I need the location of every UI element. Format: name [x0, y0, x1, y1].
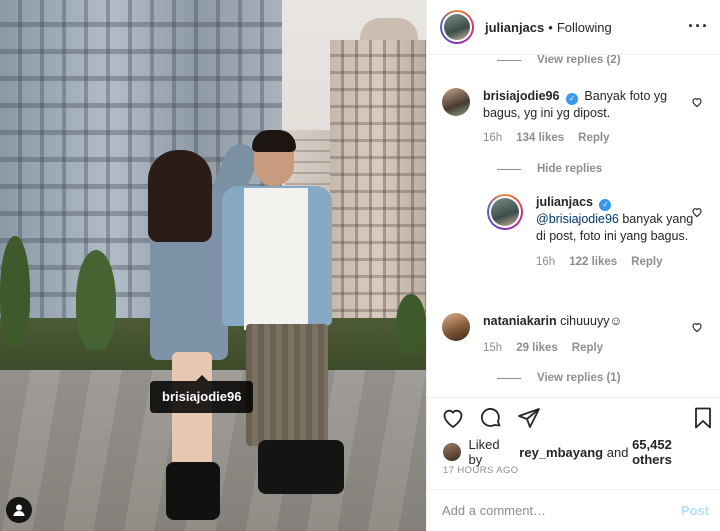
like-comment-heart-icon[interactable]	[691, 96, 703, 108]
like-heart-icon[interactable]	[441, 406, 465, 430]
commenter-avatar[interactable]	[442, 313, 470, 341]
reply-author-avatar[interactable]	[487, 194, 523, 230]
post-timestamp[interactable]: 17 HOURS AGO	[443, 465, 519, 476]
comment: brisiajodie96 ✓ Banyak foto yg bagus, yg…	[442, 88, 692, 147]
thread-line	[497, 377, 521, 379]
reply-meta: 16h 122 likes Reply	[536, 254, 697, 271]
person-man-boots	[258, 440, 344, 494]
hide-replies-button[interactable]: Hide replies	[497, 163, 602, 175]
tree	[76, 250, 116, 350]
more-options-icon[interactable]: ···	[688, 16, 709, 37]
verified-badge-icon: ✓	[565, 93, 578, 105]
person-man-hair	[252, 130, 296, 152]
view-replies-label: View replies (2)	[537, 55, 621, 66]
comment-username[interactable]: nataniakarin	[483, 314, 557, 328]
post-comment-button[interactable]: Post	[681, 503, 709, 518]
hide-replies-label: Hide replies	[537, 163, 603, 175]
comment-bubble-icon[interactable]	[479, 406, 503, 430]
thread-line	[497, 168, 521, 170]
reply-username[interactable]: julianjacs	[536, 195, 593, 209]
comments-list[interactable]: View replies (2) brisiajodie96 ✓ Banyak …	[427, 55, 720, 397]
separator-dot: •	[548, 19, 553, 35]
comment-likes[interactable]: 29 likes	[516, 340, 558, 357]
liked-by-user[interactable]: rey_mbayang	[519, 445, 603, 460]
comment: nataniakarin cihuuuyy☺ 15h 29 likes Repl…	[442, 313, 692, 357]
reply-time[interactable]: 16h	[536, 254, 555, 271]
tree	[396, 294, 426, 354]
comment-body: nataniakarin cihuuuyy☺ 15h 29 likes Repl…	[483, 313, 622, 357]
liked-by-prefix: Liked by	[468, 437, 500, 467]
view-replies-label: View replies (1)	[537, 372, 621, 384]
reply-mention[interactable]: @brisiajodie96	[536, 212, 619, 226]
liked-by-mid: and	[606, 444, 629, 460]
person-man-pants	[246, 324, 328, 446]
reply-button[interactable]: Reply	[572, 340, 603, 357]
author-avatar-image	[444, 14, 470, 40]
comment-time[interactable]: 16h	[483, 130, 502, 147]
like-reply-heart-icon[interactable]	[691, 206, 703, 218]
building-right	[330, 40, 426, 330]
view-replies-button[interactable]: View replies (1)	[497, 372, 621, 384]
save-bookmark-icon[interactable]	[691, 406, 715, 430]
following-button[interactable]: Following	[557, 20, 612, 35]
comment-time[interactable]: 15h	[483, 340, 502, 357]
comment-reply: julianjacs ✓ @brisiajodie96 banyak yang …	[487, 194, 697, 271]
reply-button[interactable]: Reply	[578, 130, 609, 147]
author-avatar[interactable]	[440, 10, 474, 44]
comment-text: cihuuuyy☺	[560, 314, 623, 328]
comment-input[interactable]	[442, 503, 681, 518]
comment-body: brisiajodie96 ✓ Banyak foto yg bagus, yg…	[483, 88, 692, 147]
user-icon	[13, 504, 25, 516]
verified-badge-icon: ✓	[599, 199, 612, 211]
likes-summary: Liked by rey_mbayang and 65,452 others	[443, 437, 713, 467]
liked-by-others[interactable]: 65,452 others	[632, 437, 713, 467]
person-woman-boots	[166, 462, 220, 520]
action-icons	[441, 406, 541, 430]
tagged-users-button[interactable]	[6, 497, 32, 523]
post-header: julianjacs • Following ···	[427, 0, 720, 55]
author-username[interactable]: julianjacs	[485, 20, 544, 35]
comment-composer: Post	[427, 489, 720, 531]
reply-body: julianjacs ✓ @brisiajodie96 banyak yang …	[536, 194, 697, 271]
post-actions: Liked by rey_mbayang and 65,452 others 1…	[427, 397, 720, 476]
like-comment-heart-icon[interactable]	[691, 321, 703, 333]
comment-likes[interactable]: 134 likes	[516, 130, 564, 147]
comment-meta: 16h 134 likes Reply	[483, 130, 692, 147]
comment-meta: 15h 29 likes Reply	[483, 340, 622, 357]
commenter-avatar[interactable]	[442, 88, 470, 116]
reply-button[interactable]: Reply	[631, 254, 662, 271]
thread-line	[497, 59, 521, 61]
comment-username[interactable]: brisiajodie96	[483, 89, 559, 103]
view-replies-button[interactable]: View replies (2)	[497, 55, 621, 66]
share-paper-plane-icon[interactable]	[517, 406, 541, 430]
tree	[0, 236, 30, 346]
person-woman-hair	[148, 150, 212, 242]
liker-avatar[interactable]	[443, 443, 461, 461]
post-side-panel: julianjacs • Following ··· View replies …	[426, 0, 720, 531]
post-photo[interactable]: brisiajodie96	[0, 0, 426, 531]
user-tag[interactable]: brisiajodie96	[150, 375, 254, 413]
person-man-shirt	[244, 188, 308, 330]
reply-likes[interactable]: 122 likes	[569, 254, 617, 271]
